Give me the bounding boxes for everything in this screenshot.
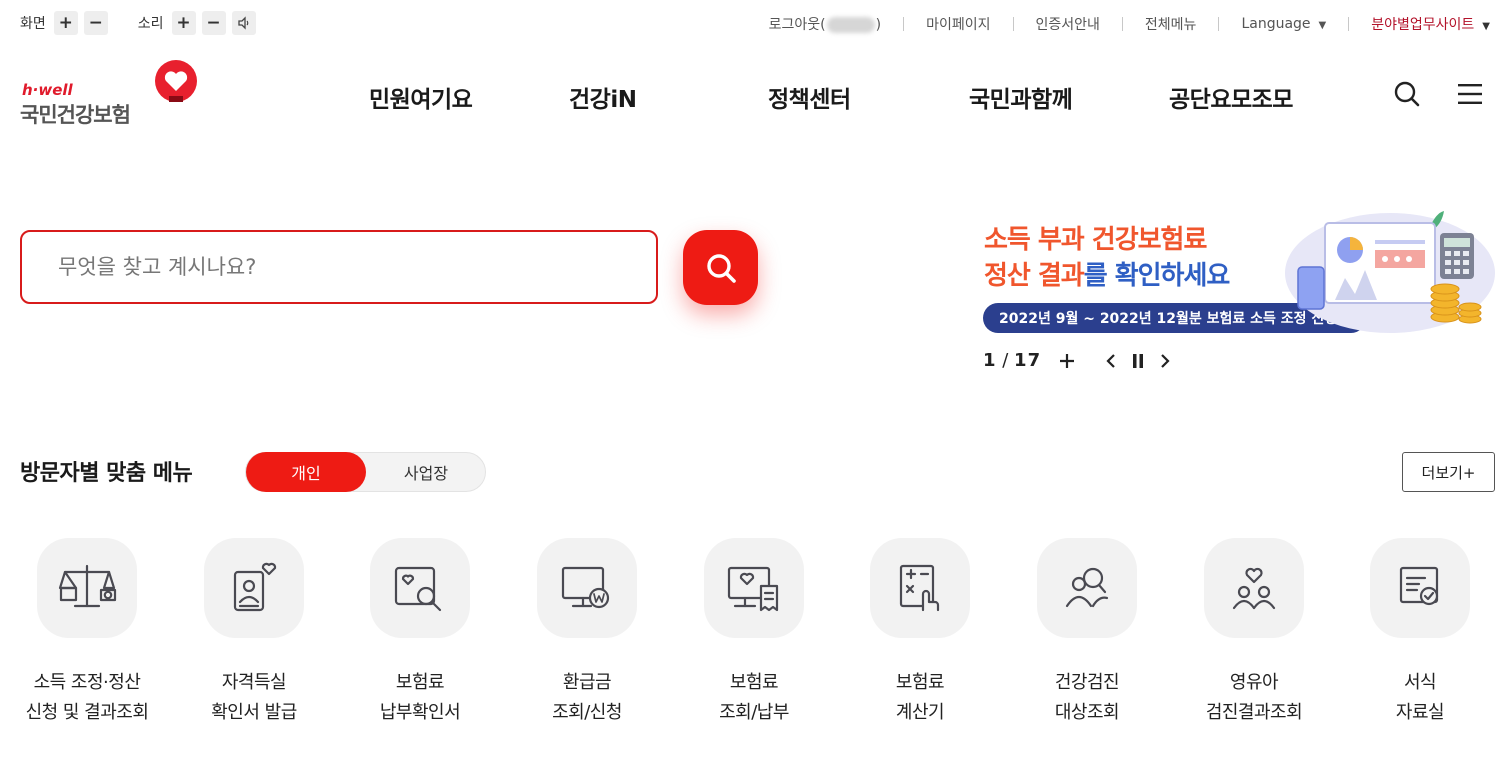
gnb-item-policy[interactable]: 정책센터: [768, 80, 851, 114]
caret-down-icon: ▼: [1482, 21, 1490, 32]
search-button[interactable]: [683, 230, 758, 305]
banner-headline-2: 정산 결과를 확인하세요: [984, 255, 1231, 292]
logout-suffix: ): [875, 17, 882, 33]
banner-headline-2-rest: 를 확인하세요: [1083, 261, 1231, 291]
menu-item-forms[interactable]: 서식 자료실: [1335, 538, 1502, 728]
search-icon: [706, 253, 736, 283]
menu-item-premium-pay[interactable]: 보험료 조회/납부: [669, 538, 839, 728]
search-field: [20, 230, 658, 304]
chevron-left-icon[interactable]: [1105, 353, 1117, 369]
sound-label: 소리: [137, 16, 164, 32]
id-card-heart-icon: [233, 562, 277, 612]
banner-headline-1: 소득 부과 건강보험료: [984, 225, 1207, 255]
section-title: 방문자별 맞춤 메뉴: [20, 461, 193, 486]
menu-tile: [1204, 538, 1304, 638]
caret-down-icon: ▼: [1318, 20, 1327, 31]
menu-item-refund[interactable]: 환급금 조회/신청: [502, 538, 672, 728]
menu-item-label: 소득 조정·정산 신청 및 결과조회: [25, 672, 149, 723]
accessibility-controls: 화면 + − 소리 + −: [20, 11, 262, 35]
gnb-item-health[interactable]: 건강iN: [569, 80, 637, 114]
menu-item-label: 건강검진 대상조회: [1054, 672, 1120, 723]
gnb-item-together[interactable]: 국민과함께: [969, 80, 1073, 114]
banner-page-separator: /: [996, 350, 1015, 371]
volume-down-button[interactable]: −: [201, 11, 226, 35]
menu-item-income-adjust[interactable]: 소득 조정·정산 신청 및 결과조회: [2, 538, 172, 728]
menu-item-label: 서식 자료실: [1395, 672, 1445, 723]
search-icon[interactable]: [1393, 80, 1421, 108]
mypage-link[interactable]: 마이페이지: [926, 14, 990, 34]
scale-icon: [58, 564, 117, 608]
menu-tile: [1037, 538, 1137, 638]
monitor-receipt-icon: [727, 566, 779, 612]
banner-highlight: 정산 결과: [984, 261, 1085, 291]
menu-item-label: 환급금 조회/신청: [552, 672, 622, 723]
menu-item-label: 보험료 납부확인서: [379, 672, 461, 723]
menu-tile: [1370, 538, 1470, 638]
divider: [1218, 17, 1220, 31]
menu-item-payment-cert[interactable]: 보험료 납부확인서: [335, 538, 505, 728]
business-sites-label: 분야별업무사이트: [1371, 17, 1475, 33]
form-check-icon: [1399, 566, 1439, 606]
menu-tile: [537, 538, 637, 638]
speaker-icon[interactable]: [231, 11, 256, 35]
plus-icon[interactable]: [1059, 353, 1075, 369]
banner-page-total: 17: [1014, 350, 1042, 371]
visitor-type-toggle: 개인 사업장: [245, 452, 486, 492]
banner-page-current: 1: [983, 350, 997, 371]
gnb-item-civil[interactable]: 민원여기요: [369, 80, 473, 114]
family-heart-icon: [1232, 567, 1276, 610]
screen-zoom-label: 화면: [20, 16, 46, 32]
language-label: Language: [1241, 16, 1311, 32]
people-search-icon: [1065, 567, 1109, 608]
divider: [1121, 17, 1123, 31]
divider: [903, 17, 905, 31]
zoom-in-button[interactable]: +: [53, 11, 78, 35]
menu-item-eligibility-cert[interactable]: 자격득실 확인서 발급: [169, 538, 339, 728]
divider: [1012, 17, 1014, 31]
menu-item-label: 보험료 계산기: [895, 672, 945, 723]
main-nav: 민원여기요 건강iN 정책센터 국민과함께 공단요모조모: [0, 80, 1502, 114]
logout-link[interactable]: 로그아웃(): [769, 14, 881, 34]
document-search-icon: [394, 566, 442, 612]
menu-item-label: 영유아 검진결과조회: [1205, 672, 1303, 723]
cert-guide-link[interactable]: 인증서안내: [1036, 14, 1100, 34]
business-sites-select[interactable]: 분야별업무사이트 ▼: [1371, 14, 1490, 34]
hamburger-menu-icon[interactable]: [1457, 83, 1483, 105]
pause-icon[interactable]: [1131, 353, 1145, 369]
divider: [1348, 17, 1350, 31]
all-menu-link[interactable]: 전체메뉴: [1145, 14, 1197, 34]
tax-report-illustration-icon: [1285, 211, 1495, 333]
menu-item-checkup-target[interactable]: 건강검진 대상조회: [1002, 538, 1172, 728]
tab-personal[interactable]: 개인: [246, 452, 366, 492]
promo-banner[interactable]: 소득 부과 건강보험료 정산 결과를 확인하세요 2022년 9월 ~ 2022…: [980, 205, 1495, 340]
monitor-won-icon: [561, 566, 610, 609]
utility-nav: 로그아웃() 마이페이지 인증서안내 전체메뉴 Language ▼ 분야별업무사…: [769, 14, 1490, 34]
menu-tile: [370, 538, 470, 638]
banner-pager: 1 / 17: [983, 350, 1171, 371]
menu-tile: [37, 538, 137, 638]
masked-user-name: [826, 17, 875, 33]
menu-tile: [204, 538, 304, 638]
menu-item-infant-checkup[interactable]: 영유아 검진결과조회: [1169, 538, 1339, 728]
volume-up-button[interactable]: +: [171, 11, 196, 35]
menu-tile: [870, 538, 970, 638]
gnb-item-about[interactable]: 공단요모조모: [1169, 80, 1293, 114]
more-button[interactable]: 더보기+: [1402, 452, 1495, 492]
zoom-out-button[interactable]: −: [83, 11, 108, 35]
calculator-hand-icon: [899, 564, 940, 612]
search-input[interactable]: [22, 232, 656, 302]
tab-business[interactable]: 사업장: [366, 453, 486, 491]
menu-tile: [704, 538, 804, 638]
chevron-right-icon[interactable]: [1159, 353, 1171, 369]
menu-item-label: 보험료 조회/납부: [719, 672, 789, 723]
menu-item-calculator[interactable]: 보험료 계산기: [835, 538, 1005, 728]
menu-item-label: 자격득실 확인서 발급: [211, 672, 297, 723]
language-select[interactable]: Language ▼: [1241, 16, 1326, 32]
logout-prefix: 로그아웃(: [768, 17, 826, 33]
